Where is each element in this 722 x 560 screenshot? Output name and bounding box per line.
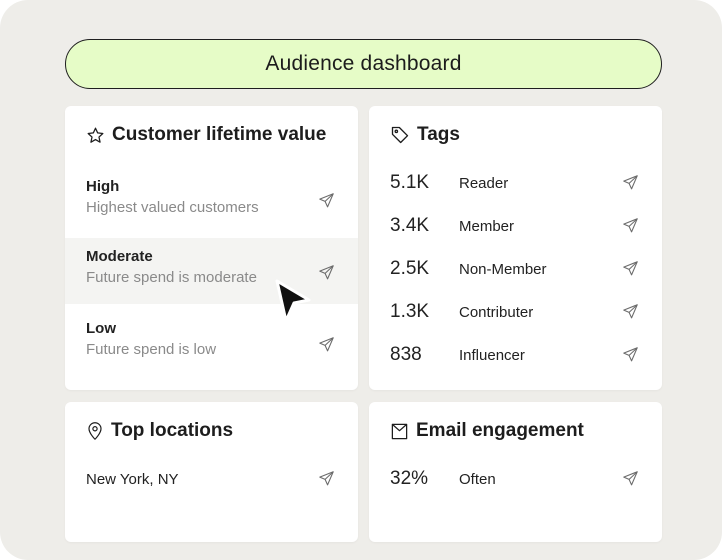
email-percent: 32% xyxy=(390,468,429,489)
tag-count: 2.5K xyxy=(390,258,430,279)
send-icon[interactable] xyxy=(318,470,336,488)
clv-item-high[interactable]: High Highest valued customers xyxy=(65,168,358,234)
location-label: New York, NY xyxy=(86,471,179,488)
tag-label: Reader xyxy=(459,175,509,192)
email-header: Email engagement xyxy=(390,420,584,442)
locations-title: Top locations xyxy=(111,420,234,441)
clv-card: Customer lifetime value High Highest val… xyxy=(65,106,358,390)
clv-item-title: Low xyxy=(86,320,116,337)
tag-row[interactable]: 2.5K Non-Member xyxy=(369,248,662,291)
clv-item-subtitle: Future spend is moderate xyxy=(86,269,257,286)
page-title: Audience dashboard xyxy=(65,39,662,89)
tag-label: Influencer xyxy=(459,347,525,364)
clv-item-title: Moderate xyxy=(86,248,153,265)
send-icon[interactable] xyxy=(318,264,336,282)
tags-header: Tags xyxy=(390,124,460,146)
dashboard-frame: Audience dashboard Customer lifetime val… xyxy=(0,0,722,560)
email-card: Email engagement 32% Often xyxy=(369,402,662,542)
tag-row[interactable]: 1.3K Contributer xyxy=(369,291,662,334)
tags-title: Tags xyxy=(417,124,460,145)
locations-card: Top locations New York, NY xyxy=(65,402,358,542)
tag-row[interactable]: 5.1K Reader xyxy=(369,162,662,205)
location-pin-icon xyxy=(86,421,104,441)
star-icon xyxy=(86,126,105,145)
tag-label: Contributer xyxy=(459,304,534,321)
send-icon[interactable] xyxy=(318,336,336,354)
tag-row[interactable]: 3.4K Member xyxy=(369,205,662,248)
clv-title: Customer lifetime value xyxy=(112,124,327,145)
send-icon[interactable] xyxy=(622,346,640,364)
clv-item-subtitle: Highest valued customers xyxy=(86,199,259,216)
clv-item-moderate[interactable]: Moderate Future spend is moderate xyxy=(65,238,358,304)
tag-row[interactable]: 838 Influencer xyxy=(369,334,662,377)
send-icon[interactable] xyxy=(318,192,336,210)
tag-count: 1.3K xyxy=(390,301,430,322)
email-label: Often xyxy=(459,471,496,488)
clv-item-title: High xyxy=(86,178,120,195)
envelope-icon xyxy=(390,422,409,441)
send-icon[interactable] xyxy=(622,470,640,488)
tag-label: Non-Member xyxy=(459,261,547,278)
clv-item-subtitle: Future spend is low xyxy=(86,341,217,358)
email-row[interactable]: 32% Often xyxy=(369,458,662,501)
tag-count: 3.4K xyxy=(390,215,430,236)
send-icon[interactable] xyxy=(622,217,640,235)
location-row[interactable]: New York, NY xyxy=(65,458,358,501)
email-title: Email engagement xyxy=(416,420,584,441)
send-icon[interactable] xyxy=(622,174,640,192)
clv-item-low[interactable]: Low Future spend is low xyxy=(65,310,358,376)
mouse-cursor-icon xyxy=(272,277,314,332)
send-icon[interactable] xyxy=(622,260,640,278)
tag-count: 838 xyxy=(390,344,422,365)
tag-count: 5.1K xyxy=(390,172,430,193)
clv-header: Customer lifetime value xyxy=(86,124,326,146)
tag-icon xyxy=(390,125,410,145)
tag-label: Member xyxy=(459,218,515,235)
send-icon[interactable] xyxy=(622,303,640,321)
tags-card: Tags 5.1K Reader 3.4K Member 2.5K Non-Me… xyxy=(369,106,662,390)
locations-header: Top locations xyxy=(86,420,233,442)
